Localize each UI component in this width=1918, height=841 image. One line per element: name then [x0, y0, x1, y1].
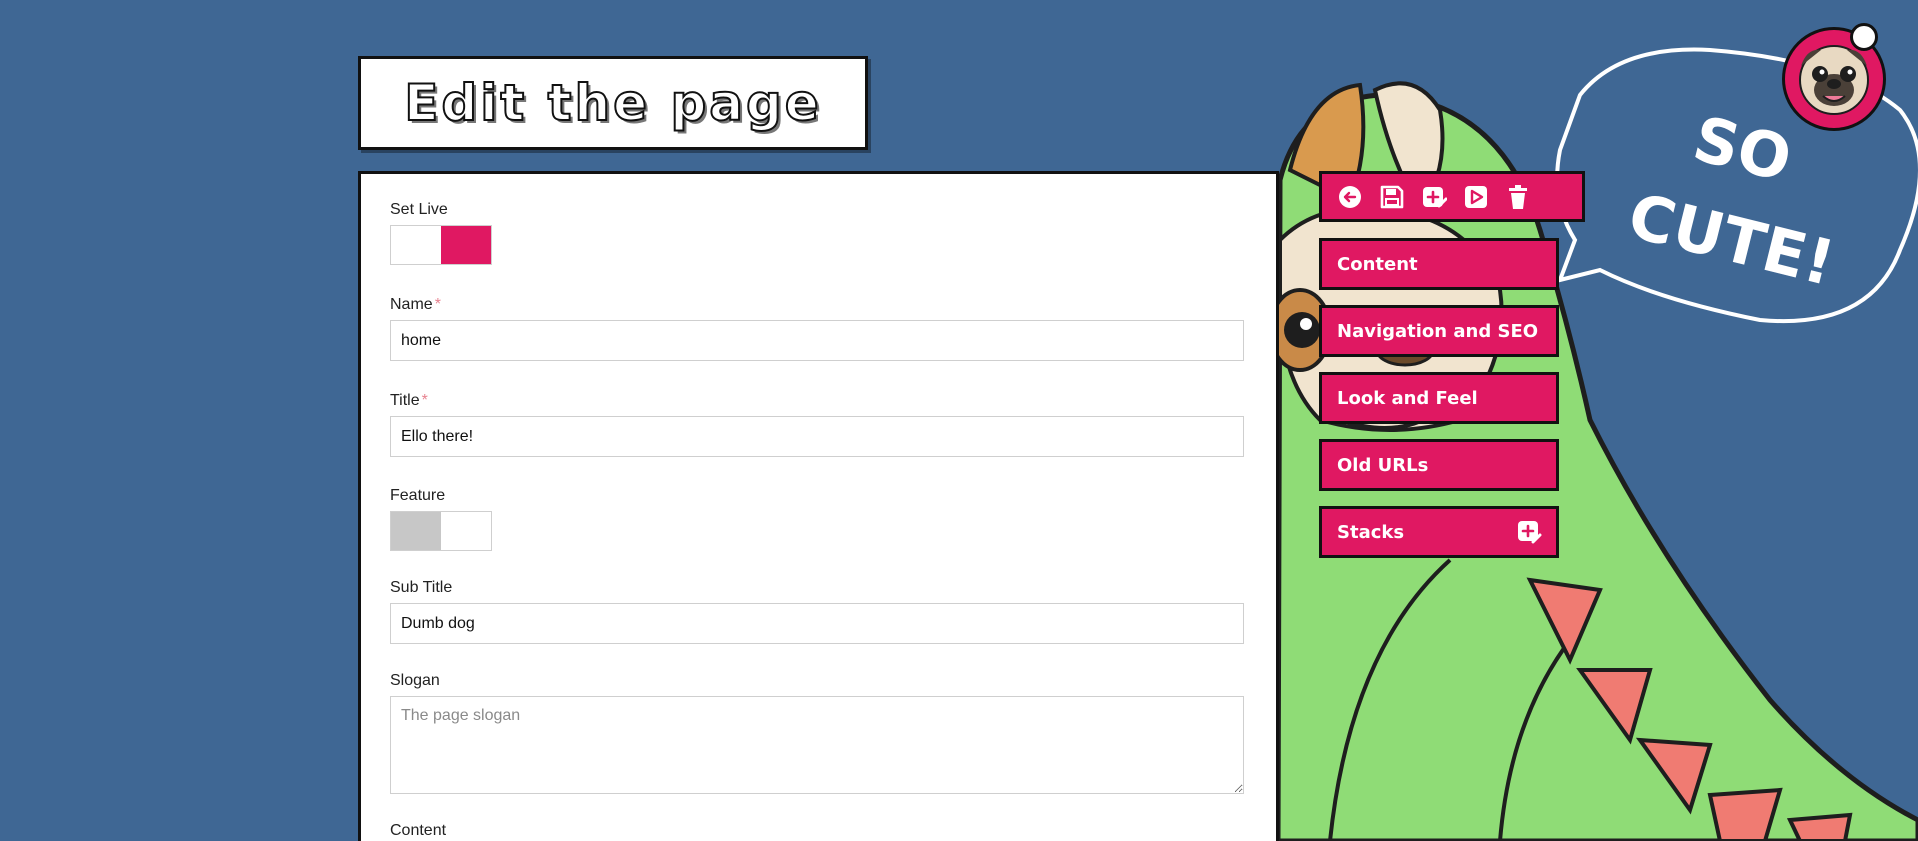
- section-label: Stacks: [1337, 521, 1405, 543]
- name-label: Name: [390, 296, 433, 313]
- save-icon[interactable]: [1377, 182, 1406, 211]
- new-page-icon[interactable]: [1419, 182, 1448, 211]
- sub-title-input[interactable]: [390, 603, 1244, 644]
- section-navigation-seo-button[interactable]: Navigation and SEO: [1319, 305, 1559, 357]
- add-stack-icon[interactable]: [1516, 519, 1542, 550]
- toggle-on-segment: [441, 226, 491, 264]
- toggle-off-segment: [391, 226, 441, 264]
- toggle-on-segment: [441, 512, 491, 550]
- set-live-label: Set Live: [390, 201, 448, 218]
- edit-page-form: Set Live Name* Title* Feature Sub Title …: [358, 171, 1279, 841]
- toggle-off-segment: [391, 512, 441, 550]
- section-look-and-feel-button[interactable]: Look and Feel: [1319, 372, 1559, 424]
- preview-icon[interactable]: [1461, 182, 1490, 211]
- feature-toggle[interactable]: [390, 511, 492, 551]
- set-live-toggle[interactable]: [390, 225, 492, 265]
- page-title-banner: Edit the page: [358, 56, 868, 150]
- slogan-label: Slogan: [390, 672, 440, 689]
- section-label: Content: [1337, 253, 1418, 275]
- page-actions-toolbar: [1319, 171, 1585, 222]
- section-stacks-button[interactable]: Stacks: [1319, 506, 1559, 558]
- page-title: Edit the page: [403, 73, 822, 133]
- set-live-field: Set Live: [390, 201, 492, 265]
- content-field: Content: [390, 822, 446, 840]
- name-input[interactable]: [390, 320, 1244, 361]
- section-label: Look and Feel: [1337, 387, 1478, 409]
- feature-field: Feature: [390, 487, 492, 551]
- slogan-field: Slogan: [390, 672, 1244, 794]
- title-input[interactable]: [390, 416, 1244, 457]
- section-label: Navigation and SEO: [1337, 320, 1539, 342]
- sub-title-label: Sub Title: [390, 579, 453, 596]
- title-field: Title *: [390, 392, 1244, 457]
- sub-title-field: Sub Title: [390, 579, 1244, 644]
- name-field: Name *: [390, 296, 1244, 361]
- section-content-button[interactable]: Content: [1319, 238, 1559, 290]
- feature-label: Feature: [390, 487, 446, 504]
- notification-dot: [1850, 23, 1878, 51]
- back-icon[interactable]: [1335, 182, 1364, 211]
- section-old-urls-button[interactable]: Old URLs: [1319, 439, 1559, 491]
- required-mark: *: [421, 392, 428, 409]
- slogan-textarea[interactable]: [390, 696, 1244, 794]
- title-label: Title: [390, 392, 420, 409]
- required-mark: *: [434, 296, 441, 313]
- content-label: Content: [390, 822, 447, 839]
- delete-icon[interactable]: [1503, 182, 1532, 211]
- section-label: Old URLs: [1337, 454, 1429, 476]
- pug-avatar-icon: [1799, 45, 1869, 115]
